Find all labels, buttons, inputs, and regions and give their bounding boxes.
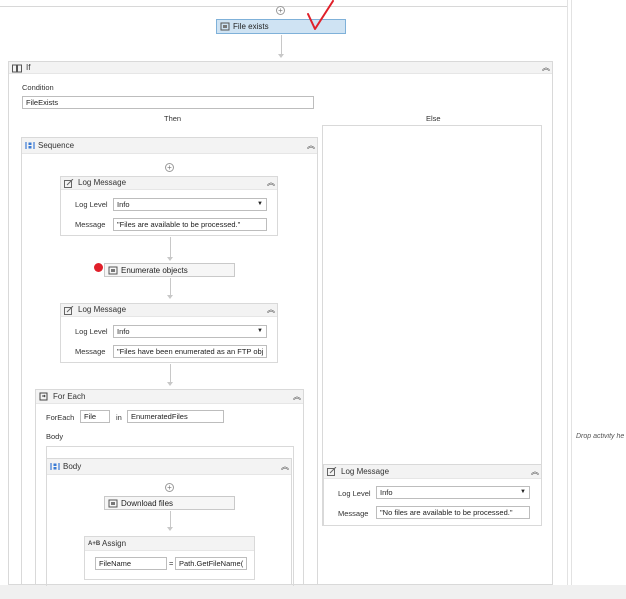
activity-icon xyxy=(108,499,118,508)
assign-target-input[interactable]: FileName xyxy=(95,557,167,570)
chevron-down-icon: ▼ xyxy=(257,328,263,334)
collapse-icon[interactable]: ︽ xyxy=(542,63,550,73)
log-message-1-title: Log Message xyxy=(78,178,127,187)
add-activity-icon[interactable]: + xyxy=(165,483,174,492)
connector-arrow xyxy=(167,295,173,299)
message-input[interactable]: "Files are available to be processed." xyxy=(113,218,267,231)
checkmark-annotation-icon xyxy=(307,0,334,30)
for-each-title: For Each xyxy=(53,392,86,401)
assign-title: Assign xyxy=(102,539,127,548)
body-sequence-title: Body xyxy=(63,462,82,471)
condition-label: Condition xyxy=(22,83,54,92)
log-message-icon xyxy=(327,467,337,476)
log-message-3-title: Log Message xyxy=(341,467,390,476)
log-level-select[interactable]: Info ▼ xyxy=(113,198,267,211)
log-level-label: Log Level xyxy=(75,327,108,336)
message-label: Message xyxy=(75,347,106,356)
message-input[interactable]: "Files have been enumerated as an FTP ob… xyxy=(113,345,267,358)
connector-arrow xyxy=(278,54,284,58)
chevron-down-icon: ▼ xyxy=(520,489,526,495)
download-files-activity[interactable]: Download files xyxy=(104,496,235,510)
sequence-icon xyxy=(50,463,60,470)
for-each-header[interactable]: For Each ︽ xyxy=(36,390,303,404)
foreach-collection-input[interactable]: EnumeratedFiles xyxy=(127,410,224,423)
assign-equals: = xyxy=(169,559,174,568)
enumerate-objects-activity[interactable]: Enumerate objects xyxy=(104,263,235,277)
condition-input[interactable]: FileExists xyxy=(22,96,314,109)
assign-value-input[interactable]: Path.GetFileName( xyxy=(175,557,247,570)
log-message-icon xyxy=(64,179,74,188)
add-activity-icon[interactable]: + xyxy=(276,6,285,15)
message-label: Message xyxy=(338,509,369,518)
horizontal-scrollbar[interactable] xyxy=(0,585,626,599)
log-level-select[interactable]: Info ▼ xyxy=(113,325,267,338)
log-message-icon xyxy=(64,306,74,315)
collapse-icon[interactable]: ︽ xyxy=(307,141,315,151)
sequence-icon xyxy=(25,142,35,149)
drop-activity-hint: Drop activity he xyxy=(576,433,625,440)
add-activity-icon[interactable]: + xyxy=(165,163,174,172)
for-each-icon xyxy=(39,392,48,401)
collapse-icon[interactable]: ︽ xyxy=(267,305,275,315)
log-message-3[interactable]: Log Message ︽ Log Level Info ▼ Message "… xyxy=(323,464,542,526)
body-label: Body xyxy=(46,432,64,441)
canvas-divider-2 xyxy=(571,0,572,585)
connector-arrow xyxy=(167,257,173,261)
log-message-2-title: Log Message xyxy=(78,305,127,314)
in-label: in xyxy=(116,413,122,422)
log-level-value: Info xyxy=(380,488,393,497)
activity-icon xyxy=(108,266,118,275)
assign-icon: A+B xyxy=(88,541,101,547)
foreach-label: ForEach xyxy=(46,413,75,422)
assign-header[interactable]: A+B Assign xyxy=(85,537,254,551)
log-message-1-header[interactable]: Log Message ︽ xyxy=(61,177,277,190)
then-label: Then xyxy=(164,114,182,123)
file-exists-label: File exists xyxy=(233,22,269,31)
chevron-down-icon: ▼ xyxy=(257,201,263,207)
assign-activity[interactable]: A+B Assign FileName = Path.GetFileName( xyxy=(84,536,255,580)
log-message-2[interactable]: Log Message ︽ Log Level Info ▼ Message "… xyxy=(60,303,278,363)
log-level-label: Log Level xyxy=(338,489,371,498)
log-level-value: Info xyxy=(117,327,130,336)
activity-icon xyxy=(220,22,230,31)
collapse-icon[interactable]: ︽ xyxy=(531,467,539,477)
connector-arrow xyxy=(167,527,173,531)
body-sequence-header[interactable]: Body ︽ xyxy=(47,459,291,475)
log-level-select[interactable]: Info ▼ xyxy=(376,486,530,499)
if-title: If xyxy=(26,63,31,72)
connector xyxy=(170,364,171,384)
canvas-divider xyxy=(567,0,568,585)
enumerate-objects-label: Enumerate objects xyxy=(121,266,188,275)
if-header[interactable]: If ︽ xyxy=(9,62,552,74)
collapse-icon[interactable]: ︽ xyxy=(293,392,301,402)
collapse-icon[interactable]: ︽ xyxy=(267,178,275,188)
log-level-value: Info xyxy=(117,200,130,209)
sequence-title: Sequence xyxy=(38,141,75,150)
message-label: Message xyxy=(75,220,106,229)
connector xyxy=(170,237,171,259)
sequence-header[interactable]: Sequence ︽ xyxy=(22,138,317,154)
foreach-item-input[interactable]: File xyxy=(80,410,110,423)
log-message-2-header[interactable]: Log Message ︽ xyxy=(61,304,277,317)
log-message-3-header[interactable]: Log Message ︽ xyxy=(324,465,541,479)
connector-arrow xyxy=(167,382,173,386)
log-level-label: Log Level xyxy=(75,200,108,209)
log-message-1[interactable]: Log Message ︽ Log Level Info ▼ Message "… xyxy=(60,176,278,236)
else-label: Else xyxy=(426,114,441,123)
message-input[interactable]: "No files are available to be processed.… xyxy=(376,506,530,519)
breakpoint-icon[interactable] xyxy=(94,263,103,272)
collapse-icon[interactable]: ︽ xyxy=(281,462,289,472)
download-files-label: Download files xyxy=(121,499,174,508)
if-icon xyxy=(12,64,22,73)
connector xyxy=(281,35,282,55)
